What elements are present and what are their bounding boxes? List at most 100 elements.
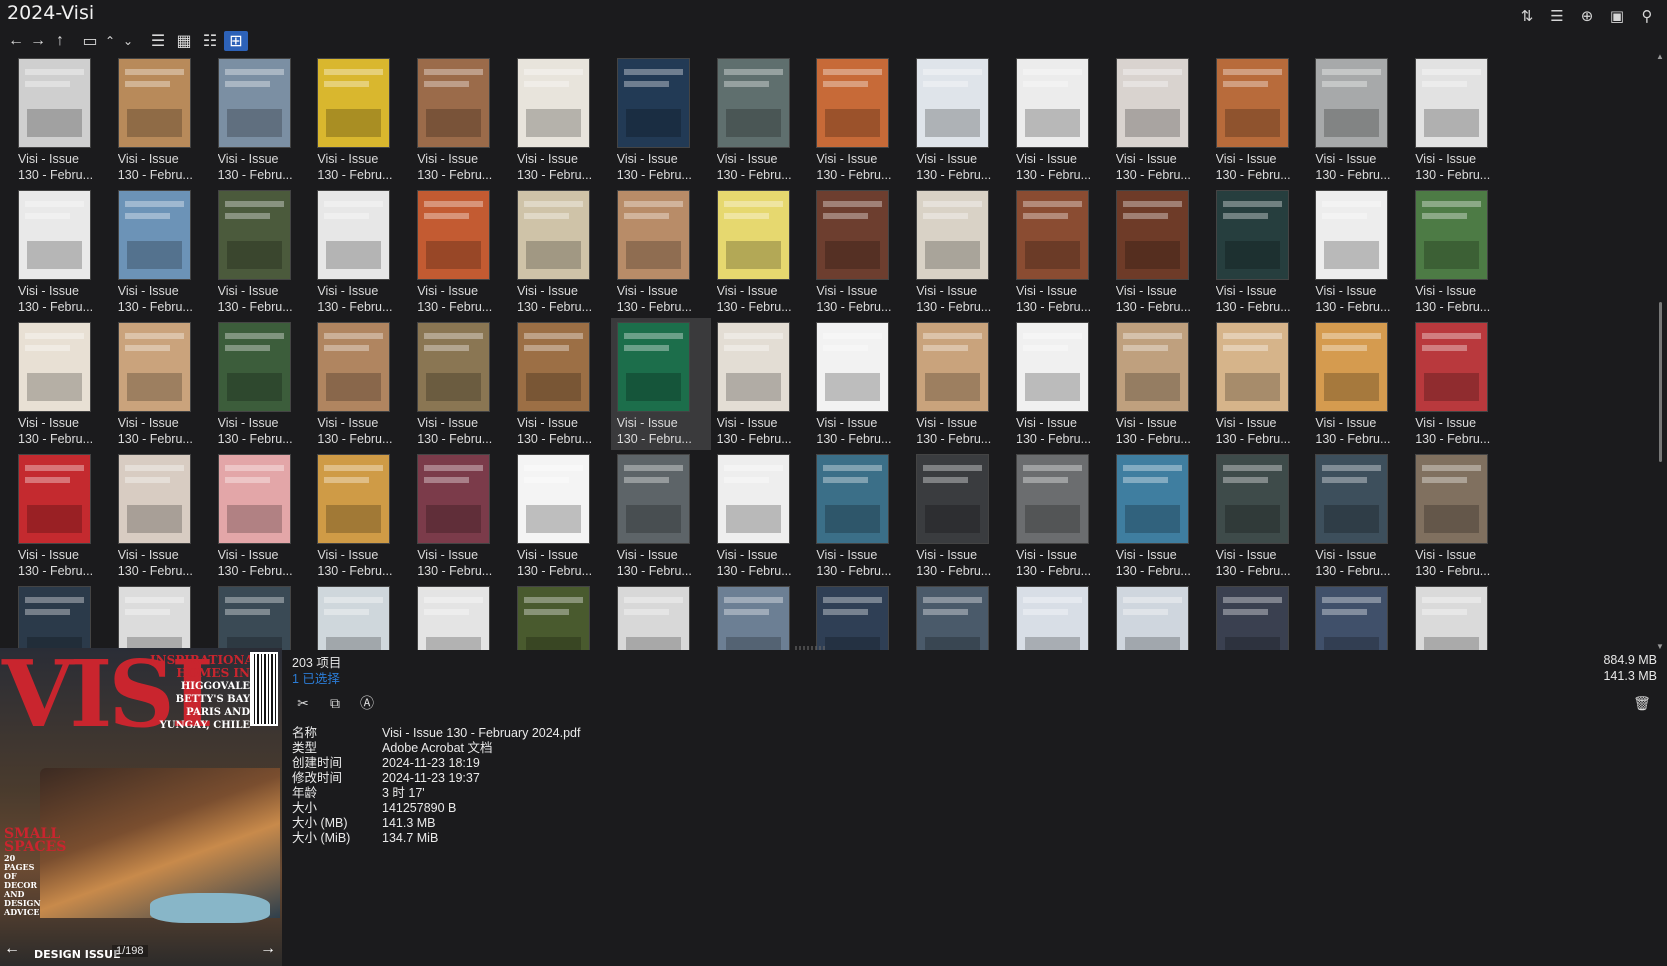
file-tile[interactable]: Visi - Issue 130 - Febru...: [1110, 450, 1210, 582]
file-tile[interactable]: Visi - Issue 130 - Febru...: [611, 186, 711, 318]
file-tile[interactable]: Visi - Issue 130 - Febru...: [611, 450, 711, 582]
file-tile[interactable]: [311, 582, 411, 654]
file-tile[interactable]: Visi - Issue 130 - Febru...: [511, 54, 611, 186]
file-tile[interactable]: Visi - Issue 130 - Febru...: [311, 450, 411, 582]
file-tile[interactable]: Visi - Issue 130 - Febru...: [311, 186, 411, 318]
file-tile[interactable]: Visi - Issue 130 - Febru...: [1309, 186, 1409, 318]
clipboard-icon[interactable]: ▣: [1607, 6, 1627, 26]
vertical-scrollbar[interactable]: ▲ ▼: [1655, 52, 1665, 652]
chevron-down-icon[interactable]: ⌄: [120, 31, 136, 51]
previous-page-icon[interactable]: ←: [0, 940, 24, 960]
file-tile[interactable]: Visi - Issue 130 - Febru...: [1409, 186, 1509, 318]
file-tile[interactable]: Visi - Issue 130 - Febru...: [1210, 54, 1310, 186]
file-tile[interactable]: Visi - Issue 130 - Febru...: [1010, 186, 1110, 318]
file-tile[interactable]: Visi - Issue 130 - Febru...: [1309, 54, 1409, 186]
file-tile[interactable]: Visi - Issue 130 - Febru...: [810, 318, 910, 450]
next-page-icon[interactable]: →: [256, 940, 280, 960]
tree-view-icon[interactable]: ☷: [198, 31, 222, 51]
file-tile[interactable]: Visi - Issue 130 - Febru...: [711, 54, 811, 186]
sort-icon[interactable]: ⇅: [1517, 6, 1537, 26]
file-tile[interactable]: Visi - Issue 130 - Febru...: [1110, 54, 1210, 186]
file-tile[interactable]: Visi - Issue 130 - Febru...: [511, 186, 611, 318]
rename-icon[interactable]: Ⓐ: [356, 692, 378, 714]
file-thumbnail-grid[interactable]: Visi - Issue 130 - Febru... Visi - Issue 13…: [12, 54, 1552, 654]
file-tile[interactable]: [910, 582, 1010, 654]
chevron-up-icon[interactable]: ⌃: [102, 31, 118, 51]
file-tile[interactable]: Visi - Issue 130 - Febru...: [311, 318, 411, 450]
file-tile[interactable]: [1210, 582, 1310, 654]
file-tile[interactable]: Visi - Issue 130 - Febru...: [411, 318, 511, 450]
scrollbar-thumb[interactable]: [1659, 302, 1662, 462]
trash-icon[interactable]: 🗑: [1631, 692, 1653, 714]
scroll-up-icon[interactable]: ▲: [1655, 52, 1665, 62]
file-tile[interactable]: Visi - Issue 130 - Febru...: [411, 186, 511, 318]
file-tile[interactable]: Visi - Issue 130 - Febru...: [212, 450, 312, 582]
file-tile[interactable]: Visi - Issue 130 - Febru...: [12, 450, 112, 582]
file-tile[interactable]: [411, 582, 511, 654]
file-tile[interactable]: [1010, 582, 1110, 654]
file-tile[interactable]: Visi - Issue 130 - Febru...: [1409, 450, 1509, 582]
file-tile[interactable]: [711, 582, 811, 654]
file-tile[interactable]: Visi - Issue 130 - Febru...: [1309, 450, 1409, 582]
file-tile[interactable]: Visi - Issue 130 - Febru...: [1409, 54, 1509, 186]
file-tile[interactable]: Visi - Issue 130 - Febru...: [1010, 450, 1110, 582]
back-arrow-icon[interactable]: ←: [6, 31, 26, 51]
file-tile[interactable]: [810, 582, 910, 654]
file-tile[interactable]: Visi - Issue 130 - Febru...: [810, 186, 910, 318]
file-tile[interactable]: Visi - Issue 130 - Febru...: [1010, 318, 1110, 450]
file-tile[interactable]: [12, 582, 112, 654]
file-tile[interactable]: Visi - Issue 130 - Febru...: [1309, 318, 1409, 450]
file-tile[interactable]: Visi - Issue 130 - Febru...: [12, 54, 112, 186]
file-tile[interactable]: Visi - Issue 130 - Febru...: [112, 450, 212, 582]
file-tile[interactable]: Visi - Issue 130 - Febru...: [12, 186, 112, 318]
file-tile[interactable]: Visi - Issue 130 - Febru...: [1210, 450, 1310, 582]
file-tile[interactable]: Visi - Issue 130 - Febru...: [212, 54, 312, 186]
file-tile[interactable]: Visi - Issue 130 - Febru...: [411, 450, 511, 582]
file-tile[interactable]: Visi - Issue 130 - Febru...: [311, 54, 411, 186]
tiles-view-icon[interactable]: ▦: [172, 31, 196, 51]
file-tile[interactable]: Visi - Issue 130 - Febru...: [511, 318, 611, 450]
file-tile[interactable]: Visi - Issue 130 - Febru...: [511, 450, 611, 582]
file-tile[interactable]: Visi - Issue 130 - Febru...: [212, 186, 312, 318]
file-tile[interactable]: Visi - Issue 130 - Febru...: [1409, 318, 1509, 450]
folder-icon[interactable]: ▭: [80, 31, 100, 51]
thumbnail-view-icon[interactable]: ⊞: [224, 31, 248, 51]
file-tile[interactable]: Visi - Issue 130 - Febru...: [112, 318, 212, 450]
file-tile[interactable]: Visi - Issue 130 - Febru...: [711, 186, 811, 318]
cut-icon[interactable]: ✂: [292, 692, 314, 714]
copy-icon[interactable]: ⧉: [324, 692, 346, 714]
file-tile[interactable]: Visi - Issue 130 - Febru...: [610, 318, 711, 450]
file-tile[interactable]: [611, 582, 711, 654]
up-arrow-icon[interactable]: ↑: [50, 31, 70, 51]
file-tile[interactable]: [511, 582, 611, 654]
file-tile[interactable]: Visi - Issue 130 - Febru...: [12, 318, 112, 450]
details-view-icon[interactable]: ☰: [146, 31, 170, 51]
file-tile[interactable]: Visi - Issue 130 - Febru...: [1110, 318, 1210, 450]
file-tile[interactable]: Visi - Issue 130 - Febru...: [910, 186, 1010, 318]
file-tile[interactable]: Visi - Issue 130 - Febru...: [1010, 54, 1110, 186]
file-tile[interactable]: Visi - Issue 130 - Febru...: [711, 450, 811, 582]
pin-icon[interactable]: ⚲: [1637, 6, 1657, 26]
file-tile[interactable]: Visi - Issue 130 - Febru...: [1210, 186, 1310, 318]
file-tile[interactable]: Visi - Issue 130 - Febru...: [1110, 186, 1210, 318]
file-tile[interactable]: [1409, 582, 1509, 654]
file-tile[interactable]: Visi - Issue 130 - Febru...: [910, 318, 1010, 450]
file-tile[interactable]: [112, 582, 212, 654]
list-view-icon[interactable]: ☰: [1547, 6, 1567, 26]
add-circle-icon[interactable]: ⊕: [1577, 6, 1597, 26]
file-tile[interactable]: Visi - Issue 130 - Febru...: [212, 318, 312, 450]
file-tile[interactable]: Visi - Issue 130 - Febru...: [910, 450, 1010, 582]
file-tile[interactable]: [1110, 582, 1210, 654]
file-tile[interactable]: Visi - Issue 130 - Febru...: [112, 54, 212, 186]
file-tile[interactable]: Visi - Issue 130 - Febru...: [1210, 318, 1310, 450]
file-tile[interactable]: Visi - Issue 130 - Febru...: [910, 54, 1010, 186]
file-tile[interactable]: Visi - Issue 130 - Febru...: [411, 54, 511, 186]
forward-arrow-icon[interactable]: →: [28, 31, 48, 51]
file-tile[interactable]: Visi - Issue 130 - Febru...: [112, 186, 212, 318]
file-tile[interactable]: Visi - Issue 130 - Febru...: [611, 54, 711, 186]
file-tile[interactable]: Visi - Issue 130 - Febru...: [711, 318, 811, 450]
file-tile[interactable]: Visi - Issue 130 - Febru...: [810, 450, 910, 582]
file-tile[interactable]: Visi - Issue 130 - Febru...: [810, 54, 910, 186]
file-tile[interactable]: [1309, 582, 1409, 654]
file-tile[interactable]: [212, 582, 312, 654]
